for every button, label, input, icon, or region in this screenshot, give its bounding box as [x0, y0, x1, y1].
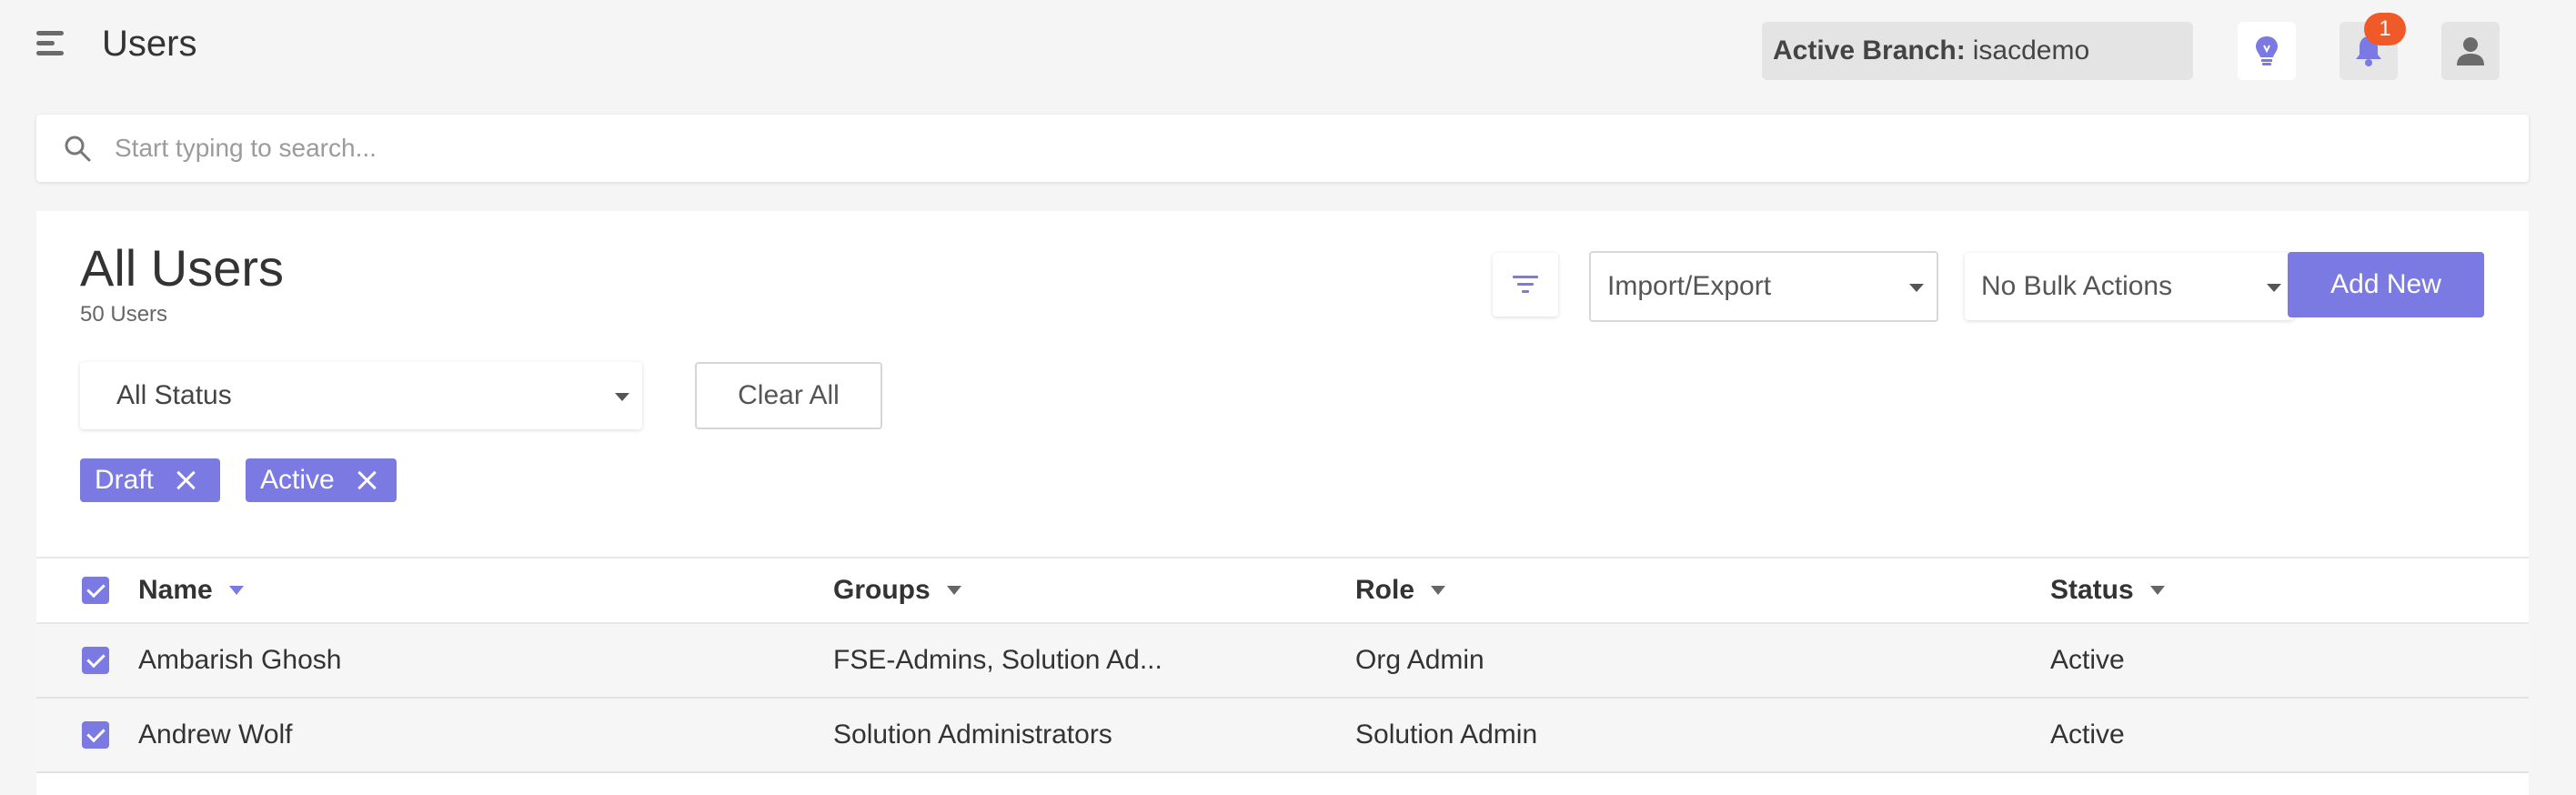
lightbulb-button[interactable] — [2238, 22, 2296, 80]
cell-role: Org Admin — [1355, 645, 1484, 675]
filter-icon — [1513, 276, 1538, 293]
branch-value: isacdemo — [1972, 35, 2090, 65]
sort-down-icon — [2149, 586, 2165, 595]
lightbulb-icon — [2256, 36, 2278, 65]
chip-label: Draft — [95, 465, 155, 495]
section-title: All Users — [80, 239, 285, 297]
sort-down-icon — [946, 586, 961, 595]
status-filter-dropdown[interactable]: All Status — [80, 362, 642, 429]
cell-groups: FSE-Admins, Solution Ad... — [833, 645, 1162, 675]
user-icon — [2457, 37, 2484, 65]
row-checkbox[interactable] — [82, 647, 109, 674]
table-row[interactable]: Andrew Wolf Solution Administrators Solu… — [36, 699, 2529, 773]
column-header-groups[interactable]: Groups — [833, 559, 961, 622]
column-label: Role — [1355, 575, 1415, 605]
add-new-button[interactable]: Add New — [2288, 252, 2484, 317]
sort-down-icon — [1431, 586, 1446, 595]
import-export-dropdown[interactable]: Import/Export — [1589, 251, 1938, 322]
clear-all-button[interactable]: Clear All — [695, 362, 882, 429]
users-card: All Users 50 Users Import/Export No Bulk… — [36, 211, 2529, 795]
select-all-checkbox[interactable] — [82, 577, 109, 604]
cell-name[interactable]: Andrew Wolf — [138, 699, 293, 771]
search-bar — [36, 115, 2529, 182]
chevron-down-icon — [2267, 284, 2281, 292]
filter-chip-active: Active — [246, 458, 397, 502]
page-title: Users — [102, 24, 197, 64]
top-bar: Users Active Branch: isacdemo 1 — [0, 0, 2576, 100]
active-branch-indicator[interactable]: Active Branch: isacdemo — [1762, 22, 2193, 80]
branch-label: Active Branch: — [1773, 35, 1966, 65]
column-label: Name — [138, 575, 213, 605]
notification-badge: 1 — [2364, 13, 2406, 45]
chevron-down-icon — [1909, 284, 1924, 292]
menu-icon[interactable] — [36, 31, 71, 62]
user-menu-button[interactable] — [2441, 22, 2500, 80]
status-filter-label: All Status — [116, 380, 232, 410]
table-header: Name Groups Role Status — [36, 557, 2529, 624]
users-table: Name Groups Role Status Ambarish Ghosh F… — [36, 557, 2529, 773]
row-checkbox[interactable] — [82, 721, 109, 749]
filter-button[interactable] — [1493, 253, 1558, 317]
column-label: Status — [2050, 575, 2134, 605]
cell-groups: Solution Administrators — [833, 720, 1112, 750]
column-header-status[interactable]: Status — [2050, 559, 2165, 622]
column-header-role[interactable]: Role — [1355, 559, 1446, 622]
filter-chip-draft: Draft — [80, 458, 220, 502]
column-header-name[interactable]: Name — [138, 559, 244, 622]
close-icon[interactable] — [357, 470, 377, 490]
bulk-actions-label: No Bulk Actions — [1981, 271, 2173, 301]
sort-down-icon — [228, 586, 244, 595]
import-export-label: Import/Export — [1607, 271, 1772, 301]
bulk-actions-dropdown[interactable]: No Bulk Actions — [1965, 253, 2294, 320]
user-count: 50 Users — [80, 302, 168, 327]
close-icon[interactable] — [176, 470, 196, 490]
chip-label: Active — [260, 465, 335, 495]
cell-status: Active — [2050, 720, 2125, 750]
column-label: Groups — [833, 575, 931, 605]
cell-role: Solution Admin — [1355, 720, 1538, 750]
cell-status: Active — [2050, 645, 2125, 675]
search-input[interactable] — [115, 126, 2480, 171]
search-icon — [65, 136, 91, 162]
cell-name[interactable]: Ambarish Ghosh — [138, 624, 341, 697]
table-row[interactable]: Ambarish Ghosh FSE-Admins, Solution Ad..… — [36, 624, 2529, 699]
chevron-down-icon — [615, 393, 629, 401]
